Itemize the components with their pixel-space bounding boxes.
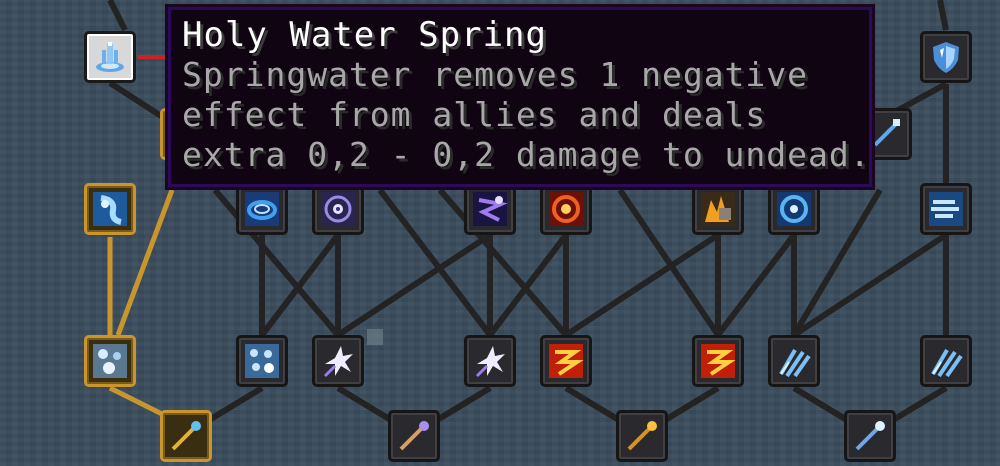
tooltip-title: Holy Water Spring — [182, 15, 547, 55]
frost-wand-node[interactable] — [844, 410, 896, 462]
fire-ring-node[interactable] — [540, 183, 592, 235]
holy-water-spring-node[interactable] — [84, 31, 136, 83]
arcane-eye-node[interactable] — [312, 183, 364, 235]
fire-swirl-2-node[interactable] — [692, 335, 744, 387]
fire-swirl-node[interactable] — [540, 335, 592, 387]
ice-claw-2-node[interactable] — [920, 335, 972, 387]
tooltip-description-line: Springwater removes 1 negative — [182, 55, 809, 94]
water-ring-node[interactable] — [236, 183, 288, 235]
flame-rock-icon — [701, 192, 735, 226]
spark-burst-icon — [475, 346, 505, 378]
tooltip-description-line: effect from allies and deals — [182, 95, 767, 134]
frost-ring-node[interactable] — [768, 183, 820, 235]
frost-shards-icon — [245, 344, 279, 378]
background-pixel-decoration — [367, 329, 383, 345]
water-swirl-node[interactable] — [84, 183, 136, 235]
fire-swirl-icon — [549, 344, 584, 378]
fire-ring-icon — [549, 192, 583, 226]
water-swirl-icon — [93, 192, 127, 226]
wind-gust-icon — [929, 192, 963, 226]
golden-wand-icon — [171, 421, 201, 451]
flame-rock-node[interactable] — [692, 183, 744, 235]
wind-gust-node[interactable] — [920, 183, 972, 235]
spark-burst-node[interactable] — [312, 335, 364, 387]
holy-water-spring-icon — [96, 42, 124, 72]
ice-claw-icon — [779, 348, 811, 378]
frost-shards-node[interactable] — [236, 335, 288, 387]
spark-burst-2-node[interactable] — [464, 335, 516, 387]
ice-claw-node[interactable] — [768, 335, 820, 387]
arcane-wand-icon — [399, 421, 429, 451]
water-ring-icon — [245, 192, 279, 226]
frost-aura-node[interactable] — [84, 335, 136, 387]
frost-aura-icon — [93, 344, 127, 378]
fire-wand-node[interactable] — [616, 410, 668, 462]
arcane-wand-node[interactable] — [388, 410, 440, 462]
shield-node[interactable] — [920, 31, 972, 83]
shield-icon — [933, 42, 959, 73]
frost-wand-icon — [855, 421, 885, 451]
fire-wand-icon — [627, 421, 657, 451]
fire-swirl-icon — [701, 344, 736, 378]
tooltip-description-line: extra 0,2 - 0,2 damage to undead. — [182, 135, 871, 174]
golden-wand-node[interactable] — [160, 410, 212, 462]
arcane-eye-icon — [321, 192, 355, 226]
frost-ring-icon — [777, 192, 811, 226]
skill-tooltip: Holy Water Spring Springwater removes 1 … — [165, 4, 875, 190]
spark-burst-icon — [323, 346, 353, 378]
void-rune-node[interactable] — [464, 183, 516, 235]
void-rune-icon — [473, 192, 508, 226]
ice-claw-icon — [931, 348, 963, 378]
